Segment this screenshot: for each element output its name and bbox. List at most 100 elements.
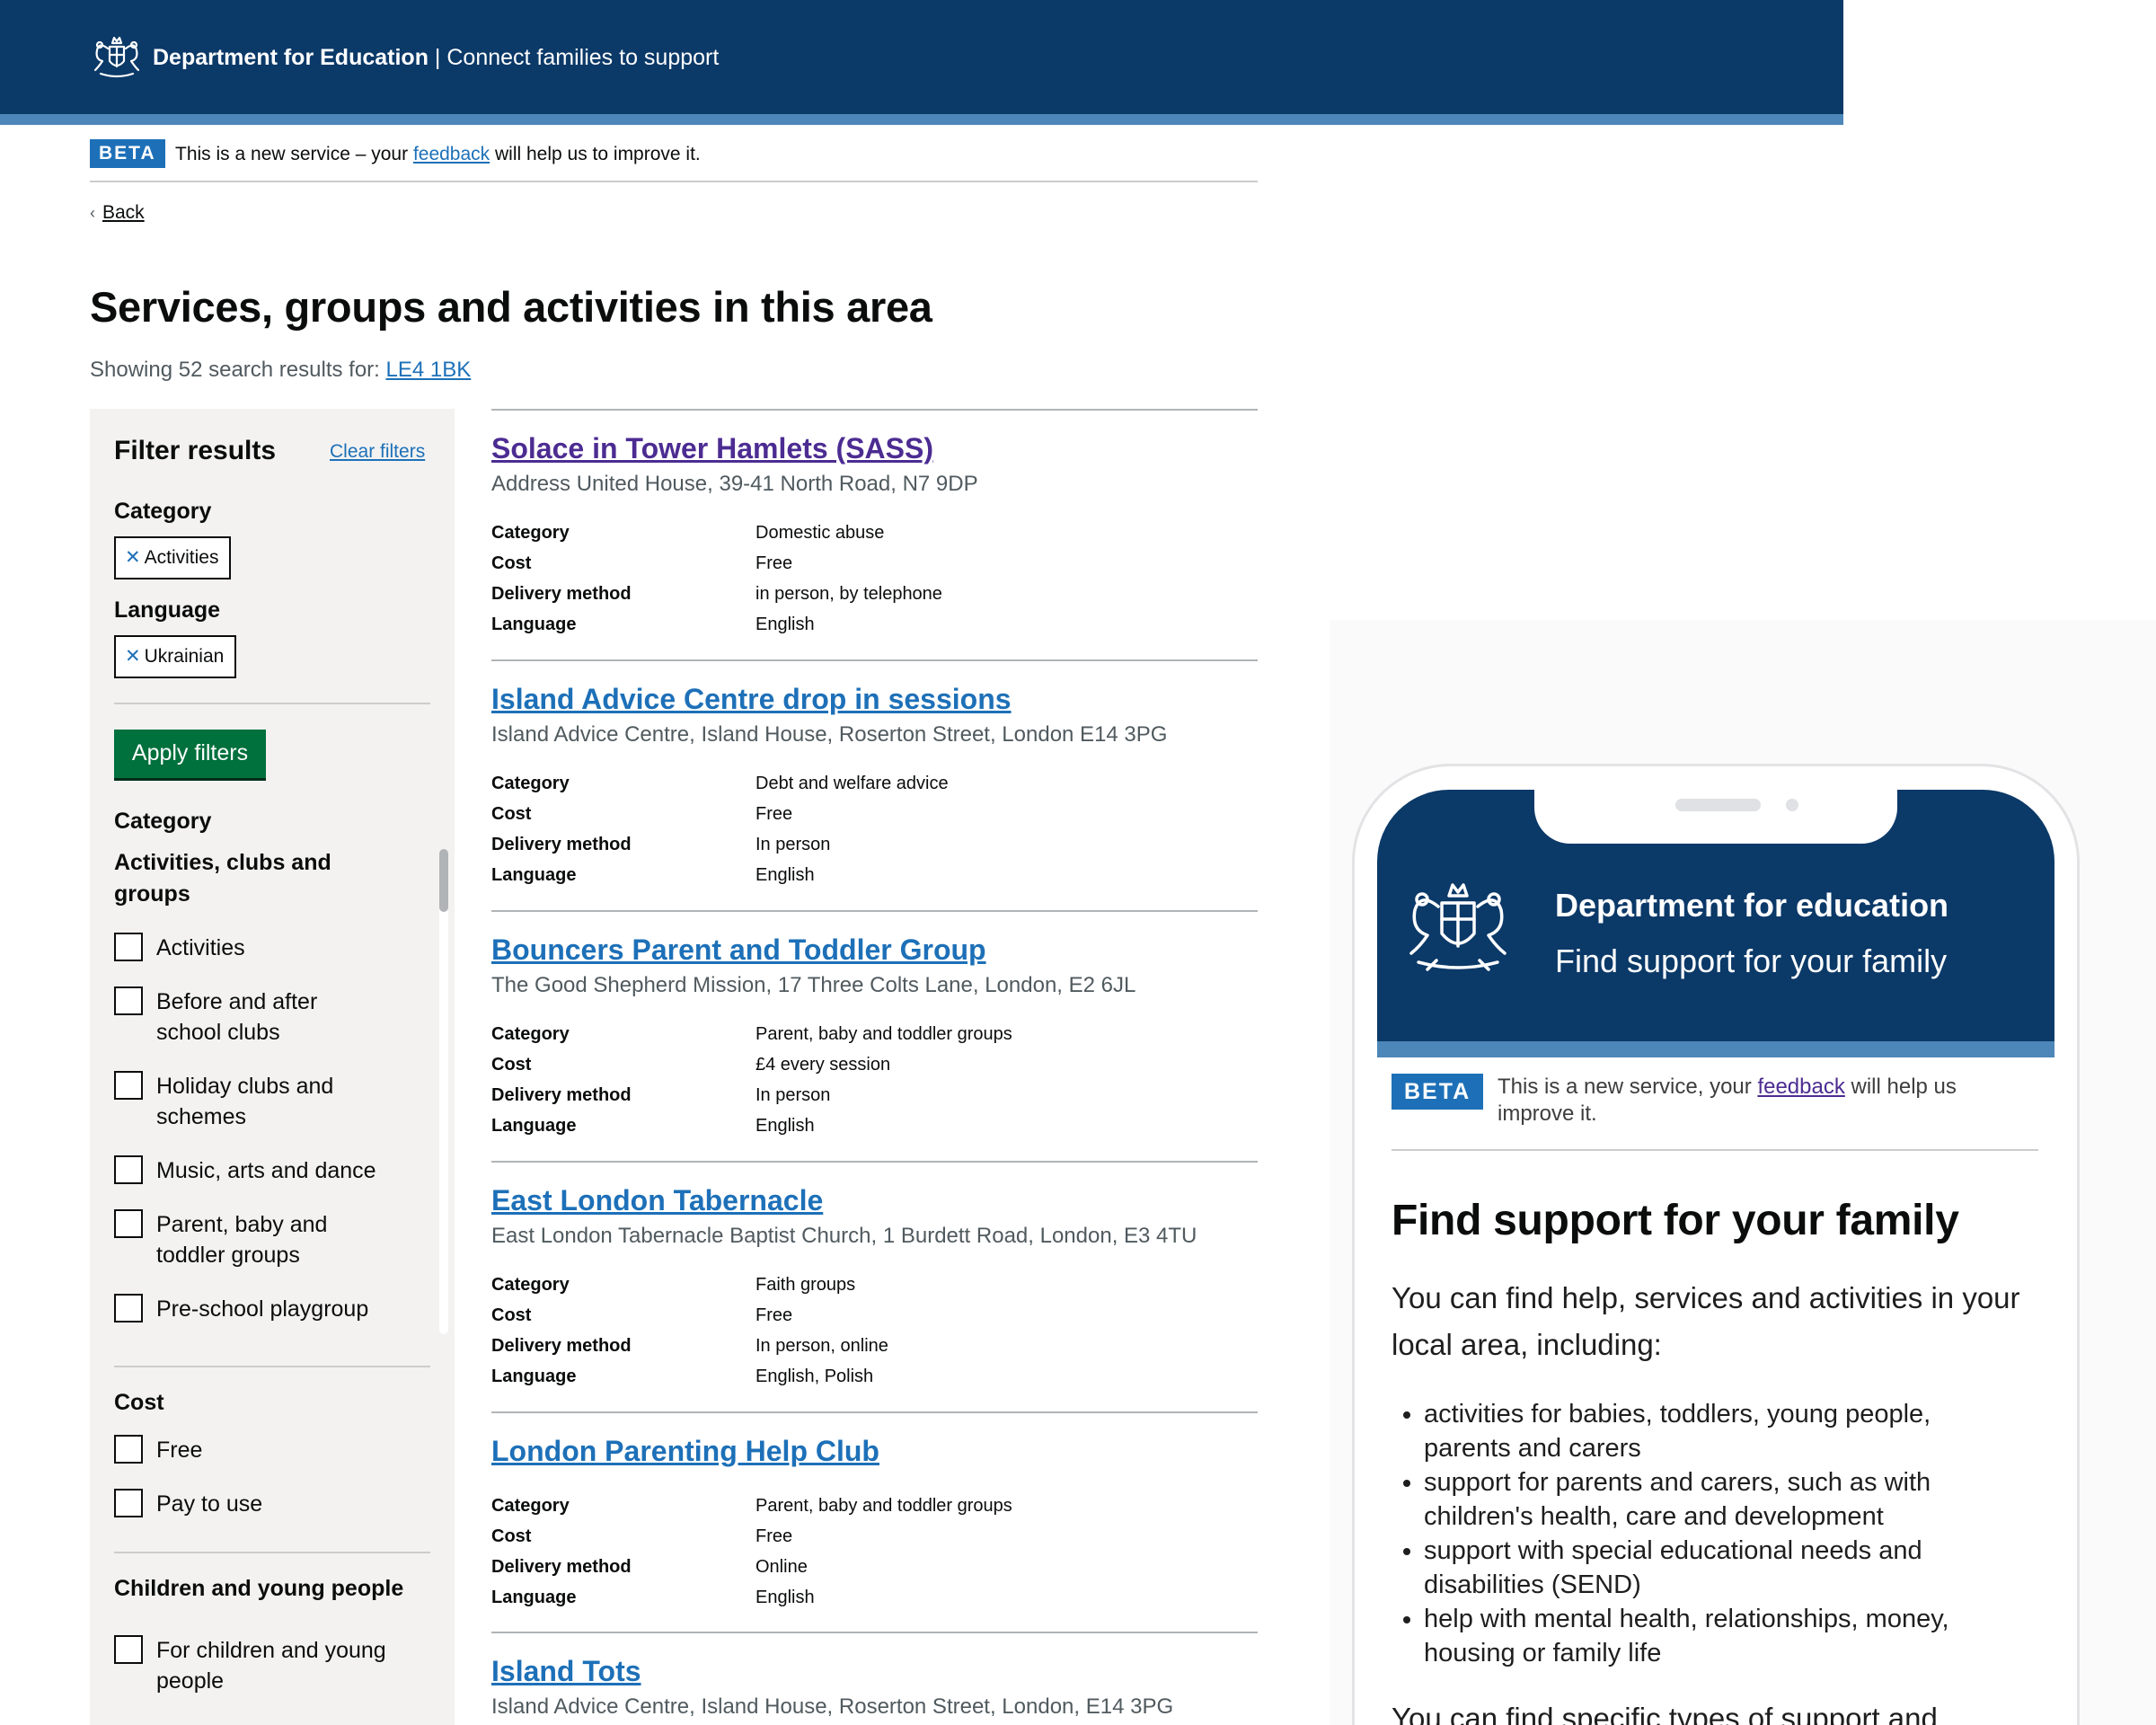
phone-page-title: Find support for your family xyxy=(1392,1197,1959,1244)
phone-header-org[interactable]: Department for education xyxy=(1555,887,1948,924)
checkbox[interactable] xyxy=(114,1489,143,1517)
category-scrollbar-thumb[interactable] xyxy=(439,849,448,912)
site-header: Department for Education | Connect famil… xyxy=(0,0,1843,114)
back-link[interactable]: ‹ Back xyxy=(90,201,145,225)
result-card: Island Tots Island Advice Centre, Island… xyxy=(491,1632,1258,1725)
phone-header-service[interactable]: Find support for your family xyxy=(1555,942,1947,980)
result-card: Solace in Tower Hamlets (SASS) Address U… xyxy=(491,409,1258,659)
result-title-link[interactable]: Island Advice Centre drop in sessions xyxy=(491,683,1012,716)
royal-coat-of-arms-icon xyxy=(93,36,140,78)
result-card: Island Advice Centre drop in sessions Is… xyxy=(491,659,1258,910)
result-title-link[interactable]: Island Tots xyxy=(491,1655,641,1688)
field-label: Cost xyxy=(491,1305,532,1325)
phone-feedback-link[interactable]: feedback xyxy=(1757,1075,1844,1099)
royal-coat-of-arms-icon xyxy=(1409,883,1507,971)
checkbox-label: Before and after school clubs xyxy=(156,989,318,1045)
checkbox[interactable] xyxy=(114,986,143,1015)
checkbox[interactable] xyxy=(114,1635,143,1664)
result-title-link[interactable]: Bouncers Parent and Toddler Group xyxy=(491,933,986,967)
field-value: English xyxy=(755,865,815,885)
field-label: Delivery method xyxy=(491,1085,632,1105)
selected-category-tag-label: Activities xyxy=(144,547,219,568)
field-value: Debt and welfare advice xyxy=(755,774,949,793)
field-label: Delivery method xyxy=(491,1557,632,1577)
field-value: Faith groups xyxy=(755,1275,856,1295)
field-label: Delivery method xyxy=(491,835,632,854)
field-label: Category xyxy=(491,523,570,543)
apply-filters-button[interactable]: Apply filters xyxy=(114,730,266,778)
checkbox[interactable] xyxy=(114,933,143,961)
selected-category-label: Category xyxy=(114,499,212,524)
field-label: Language xyxy=(491,1367,577,1386)
field-value: £4 every session xyxy=(755,1055,891,1075)
phone-screen: Department for education Find support fo… xyxy=(1377,790,2054,1725)
feedback-link[interactable]: feedback xyxy=(413,144,490,164)
phone-notch xyxy=(1534,790,1897,844)
result-card: East London Tabernacle East London Taber… xyxy=(491,1161,1258,1411)
field-label: Cost xyxy=(491,553,532,573)
field-value: English, Polish xyxy=(755,1367,874,1386)
selected-language-tag[interactable]: ✕ Ukrainian xyxy=(114,635,237,678)
cross-icon: ✕ xyxy=(125,547,141,568)
result-title-link[interactable]: Solace in Tower Hamlets (SASS) xyxy=(491,432,933,465)
list-item: support for parents and carers, such as … xyxy=(1424,1465,2017,1534)
clear-filters-link[interactable]: Clear filters xyxy=(330,441,425,463)
selected-language-tag-label: Ukrainian xyxy=(144,646,225,667)
selected-category-tag[interactable]: ✕ Activities xyxy=(114,536,232,579)
field-value: In person, online xyxy=(755,1336,888,1356)
phone-beta-text: This is a new service, your feedback wil… xyxy=(1498,1074,2019,1128)
list-item: support with special educational needs a… xyxy=(1424,1534,2017,1602)
beta-text-before: This is a new service, your xyxy=(1498,1075,1758,1099)
field-label: Delivery method xyxy=(491,1336,632,1356)
result-card: Bouncers Parent and Toddler Group The Go… xyxy=(491,910,1258,1161)
phone-site-header: Department for education Find support fo… xyxy=(1377,790,2054,1041)
beta-text-before: This is a new service – your xyxy=(175,144,413,164)
field-label: Language xyxy=(491,1116,577,1136)
filter-title: Filter results xyxy=(114,436,277,465)
field-value: Free xyxy=(755,553,793,573)
header-separator: | xyxy=(428,45,447,70)
checkbox[interactable] xyxy=(114,1071,143,1100)
checkbox-label: Music, arts and dance xyxy=(156,1158,376,1183)
chevron-left-icon: ‹ xyxy=(90,204,95,222)
field-label: Delivery method xyxy=(491,584,632,604)
result-title-link[interactable]: East London Tabernacle xyxy=(491,1184,823,1217)
checkbox-label: For children and young people xyxy=(156,1638,386,1694)
phase-banner: BETA This is a new service – your feedba… xyxy=(90,139,1258,182)
result-address: Island Advice Centre, Island House, Rose… xyxy=(491,1694,1174,1719)
header-stripe xyxy=(0,114,1843,125)
results-summary: Showing 52 search results for: LE4 1BK xyxy=(90,358,471,383)
field-value: English xyxy=(755,1116,815,1136)
checkbox[interactable] xyxy=(114,1155,143,1184)
field-value: Free xyxy=(755,1526,793,1546)
phone-phase-banner: BETA This is a new service, your feedbac… xyxy=(1392,1074,2038,1151)
checkbox-label: Pay to use xyxy=(156,1491,263,1517)
field-value: English xyxy=(755,1588,815,1607)
checkbox[interactable] xyxy=(114,1435,143,1464)
divider xyxy=(114,1552,430,1553)
children-label: Children and young people xyxy=(114,1576,404,1601)
divider xyxy=(114,1366,430,1367)
beta-tag: BETA xyxy=(1392,1074,1484,1110)
category-scroll-track[interactable] xyxy=(439,849,448,1334)
phone-mockup: Department for education Find support fo… xyxy=(1352,764,2080,1725)
filter-panel: Filter results Clear filters Category ✕ A… xyxy=(90,409,455,1725)
phone-camera xyxy=(1786,799,1798,811)
result-title-link[interactable]: London Parenting Help Club xyxy=(491,1435,879,1468)
list-item: activities for babies, toddlers, young p… xyxy=(1424,1397,2017,1465)
field-label: Category xyxy=(491,1496,570,1516)
checkbox[interactable] xyxy=(114,1209,143,1238)
header-service: Connect families to support xyxy=(446,45,720,70)
field-label: Cost xyxy=(491,804,532,824)
page-title: Services, groups and activities in this … xyxy=(90,283,932,331)
checkbox-label: Activities xyxy=(156,935,245,960)
divider xyxy=(114,703,430,704)
header-title[interactable]: Department for Education | Connect famil… xyxy=(153,45,719,71)
result-address: Address United House, 39-41 North Road, … xyxy=(491,472,978,496)
result-address: East London Tabernacle Baptist Church, 1… xyxy=(491,1224,1197,1248)
checkbox[interactable] xyxy=(114,1294,143,1322)
field-value: Free xyxy=(755,804,793,824)
postcode-link[interactable]: LE4 1BK xyxy=(386,358,472,382)
phone-support-list: activities for babies, toddlers, young p… xyxy=(1424,1397,2017,1670)
result-address: Island Advice Centre, Island House, Rose… xyxy=(491,722,1168,747)
